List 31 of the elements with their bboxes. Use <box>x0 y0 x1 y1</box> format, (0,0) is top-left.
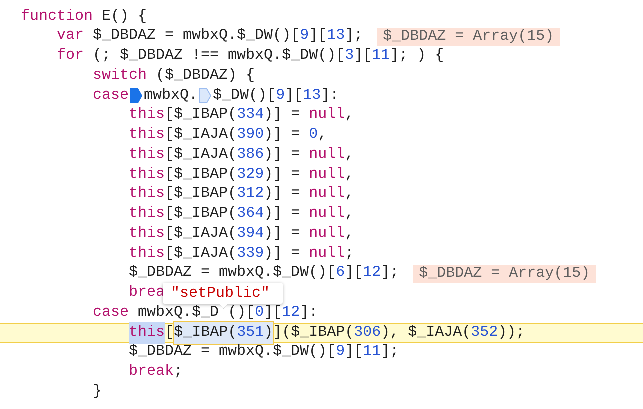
code-text: case mwbxQ.$_D <box>93 302 220 323</box>
evaluated-expression: $_IBAP(351) <box>174 322 274 344</box>
code-text: ()[0][12]: <box>228 302 318 323</box>
code-text: $_DBDAZ = mwbxQ.$_DW()[9][11]; <box>129 342 400 362</box>
inline-value: $_DBDAZ = Array(15) <box>413 264 596 283</box>
code-text: this[$_IBAP(364)] = null, <box>129 204 354 224</box>
tooltip-value: "setPublic" <box>171 284 270 302</box>
code-text: this[$_IAJA(390)] = 0, <box>129 125 328 146</box>
code-text: this[$_IBAP(329)] = null, <box>129 164 354 185</box>
code-text: var $_DBDAZ = mwbxQ.$_DW()[9][13]; <box>57 26 364 46</box>
code-text: switch ($_DBDAZ) { <box>93 66 256 86</box>
code-text: break; <box>129 362 184 382</box>
code-text: function E() { <box>21 6 148 27</box>
breakpoint-marker-icon[interactable] <box>130 88 144 104</box>
code-text: } <box>93 382 102 402</box>
code-text: $_DW()[9][13]: <box>213 86 340 106</box>
code-text: $_DBDAZ = mwbxQ.$_DW()[6][12]; <box>129 263 400 284</box>
code-text: this[$_IAJA(386)] = null, <box>129 144 354 165</box>
code-text: [ <box>165 322 174 343</box>
code-text: case <box>93 86 130 106</box>
breakpoint-marker-icon[interactable] <box>199 88 212 104</box>
code-text: this[$_IBAP(312)] = null, <box>129 184 354 204</box>
code-text: this[$_IBAP(334)] = null, <box>129 105 354 126</box>
code-text: ]($_IBAP(306), $_IAJA(352)); <box>273 322 526 343</box>
code-text: brea <box>129 283 166 304</box>
code-text: this[$_IAJA(339)] = null; <box>129 244 354 264</box>
code-text: mwbxQ. <box>144 86 198 106</box>
code-text: for (; $_DBDAZ !== mwbxQ.$_DW()[3][11]; ) { <box>57 46 444 66</box>
inline-value: $_DBDAZ = Array(15) <box>377 28 560 46</box>
selected-text: this <box>129 322 166 344</box>
code-text: this[$_IAJA(394)] = null, <box>129 224 354 244</box>
